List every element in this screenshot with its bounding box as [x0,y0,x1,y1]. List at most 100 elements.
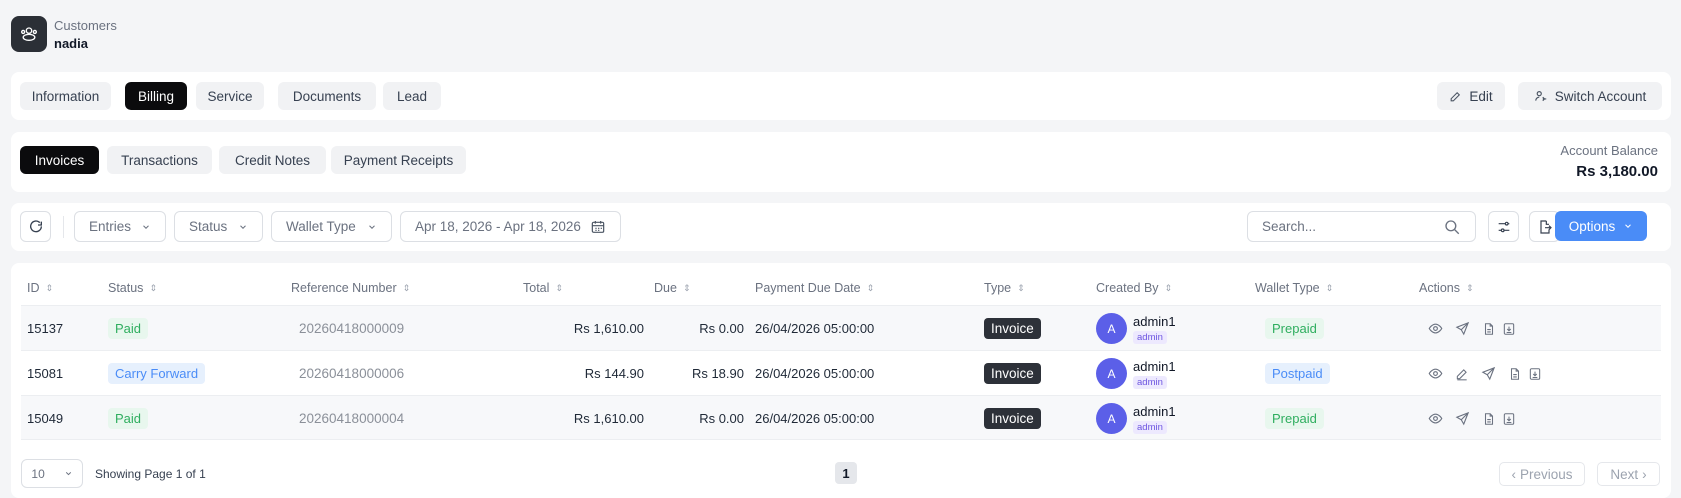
column-header-wallet-type[interactable]: Wallet Type ⇕ [1255,281,1333,295]
refresh-button[interactable] [20,211,51,242]
cell-due-date: 26/04/2026 05:00:00 [755,366,875,381]
cell-due-date: 26/04/2026 05:00:00 [755,321,875,336]
sort-icon: ⇕ [45,282,54,293]
customer-tabs-panel: Information Billing Service Documents Le… [11,72,1671,120]
billing-subtabs-panel: Invoices Transactions Credit Notes Payme… [11,132,1671,192]
column-header-payment-due-date[interactable]: Payment Due Date ⇕ [755,281,874,295]
edit-button-label: Edit [1469,88,1493,104]
pagination-info: Showing Page 1 of 1 [95,467,206,481]
row-actions [1428,396,1516,441]
cell-reference[interactable]: 20260418000009 [299,306,404,351]
tab-transactions[interactable]: Transactions [107,146,212,174]
edit-button[interactable]: Edit [1437,82,1505,110]
entries-dropdown[interactable]: Entries [74,211,166,242]
tab-service[interactable]: Service [196,82,264,110]
sort-icon: ⇕ [1017,282,1025,293]
row-actions [1428,306,1516,351]
tab-lead[interactable]: Lead [383,82,441,110]
entries-label: Entries [89,219,132,234]
table-row[interactable]: 15137 Paid 20260418000009 Rs 1,610.00 Rs… [21,305,1661,350]
download-icon[interactable] [1528,367,1542,381]
document-icon[interactable] [1482,322,1496,336]
calendar-icon [591,220,605,233]
cell-id: 15049 [27,411,64,426]
per-page-select[interactable]: 10 [21,459,83,488]
cell-reference[interactable]: 20260418000004 [299,396,404,441]
page-number-1[interactable]: 1 [835,462,857,484]
edit-icon[interactable] [1455,367,1469,381]
tab-information[interactable]: Information [20,82,111,110]
status-dropdown[interactable]: Status [174,211,263,242]
download-icon[interactable] [1502,412,1516,426]
app-logo [11,16,47,52]
tab-documents[interactable]: Documents [278,82,376,110]
sort-icon: ⇕ [1466,282,1474,293]
options-button[interactable]: Options [1555,211,1647,241]
cell-id: 15137 [27,321,64,336]
next-label: Next [1610,466,1639,482]
download-icon[interactable] [1502,322,1516,336]
type-badge: Invoice [984,408,1041,429]
column-header-status[interactable]: Status ⇕ [108,281,157,295]
wallet-badge: Prepaid [1265,318,1324,339]
role-tag: admin [1133,375,1167,389]
chevron-left-icon: ‹ [1511,466,1516,482]
view-icon[interactable] [1428,366,1443,381]
tab-invoices[interactable]: Invoices [20,146,99,174]
next-page-button[interactable]: Next › [1597,462,1660,486]
cell-reference[interactable]: 20260418000006 [299,351,404,396]
send-icon[interactable] [1455,321,1470,336]
column-header-due[interactable]: Due ⇕ [654,281,690,295]
wallet-badge: Prepaid [1265,408,1324,429]
document-icon[interactable] [1508,367,1522,381]
chevron-down-icon [240,224,246,229]
status-badge: Paid [108,318,149,339]
search-input[interactable]: Search... [1262,219,1316,234]
created-by: A admin1 admin [1096,306,1176,351]
previous-label: Previous [1519,466,1573,482]
cell-total: Rs 1,610.00 [573,321,644,336]
send-icon[interactable] [1455,411,1470,426]
document-icon[interactable] [1482,412,1496,426]
date-range-picker[interactable]: Apr 18, 2026 - Apr 18, 2026 [400,211,621,242]
customer-name: nadia [54,36,88,51]
file-export-icon [1539,219,1552,234]
sort-icon: ⇕ [682,282,691,293]
account-balance-value: Rs 3,180.00 [1576,163,1658,180]
refresh-icon [29,219,42,232]
role-tag: admin [1133,420,1167,434]
sort-icon: ⇕ [555,282,563,293]
tab-billing[interactable]: Billing [125,82,187,110]
sort-icon: ⇕ [149,282,157,293]
column-header-total[interactable]: Total ⇕ [523,281,563,295]
creator-name: admin1 [1133,403,1176,419]
type-badge: Invoice [984,318,1041,339]
avatar: A [1096,313,1127,344]
switch-account-button[interactable]: Switch Account [1518,82,1662,110]
cell-due-date: 26/04/2026 05:00:00 [755,411,875,426]
column-header-id[interactable]: ID ⇕ [27,281,53,295]
column-settings-button[interactable] [1488,211,1519,242]
column-header-actions: Actions ⇕ [1419,281,1474,295]
chevron-down-icon [65,472,71,476]
avatar: A [1096,403,1127,434]
column-header-reference[interactable]: Reference Number ⇕ [291,281,410,295]
wallet-type-dropdown[interactable]: Wallet Type [271,211,392,242]
table-row[interactable]: 15049 Paid 20260418000004 Rs 1,610.00 Rs… [21,395,1661,440]
view-icon[interactable] [1428,411,1443,426]
cell-total: Rs 1,610.00 [573,411,644,426]
view-icon[interactable] [1428,321,1443,336]
account-balance-label: Account Balance [1560,143,1658,158]
search-box[interactable]: Search... [1247,211,1476,242]
send-icon[interactable] [1481,366,1496,381]
previous-page-button[interactable]: ‹ Previous [1499,462,1585,486]
creator-name: admin1 [1133,358,1176,374]
cell-due: Rs 18.90 [691,366,744,381]
table-row[interactable]: 15081 Carry Forward 20260418000006 Rs 14… [21,350,1661,395]
tab-credit-notes[interactable]: Credit Notes [219,146,326,174]
tab-payment-receipts[interactable]: Payment Receipts [331,146,466,174]
column-header-created-by[interactable]: Created By ⇕ [1096,281,1172,295]
cell-due: Rs 0.00 [699,321,744,336]
column-header-type[interactable]: Type ⇕ [984,281,1025,295]
row-actions [1428,351,1542,396]
